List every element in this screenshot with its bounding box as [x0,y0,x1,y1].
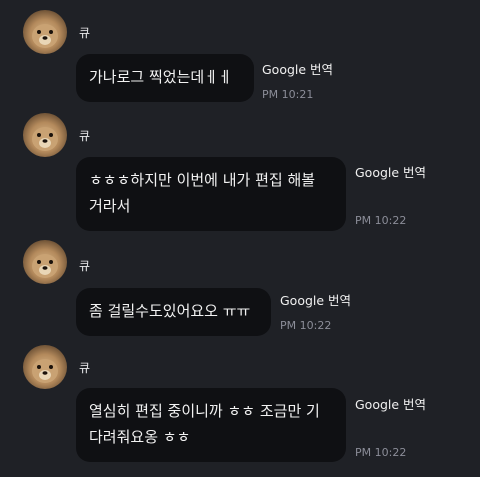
chat-thread: 큐 가나로그 찍었는데ㅔㅔ Google 번역 PM 10:21 큐 ㅎㅎㅎ하지… [0,0,480,477]
google-translate-link[interactable]: Google 번역 [280,290,351,309]
sender-name: 큐 [79,361,91,375]
message-bubble[interactable]: 가나로그 찍었는데ㅔㅔ [76,54,254,102]
avatar[interactable] [23,10,67,54]
google-translate-link[interactable]: Google 번역 [262,59,333,78]
avatar[interactable] [23,240,67,284]
sender-name: 큐 [79,129,91,143]
message-time: PM 10:22 [280,319,332,332]
message-bubble[interactable]: 열심히 편집 중이니까 ㅎㅎ 조금만 기 다려줘요옹 ㅎㅎ [76,388,346,462]
message-time: PM 10:22 [355,446,407,459]
message-time: PM 10:21 [262,88,314,101]
sender-name: 큐 [79,259,91,273]
message-time: PM 10:22 [355,214,407,227]
google-translate-link[interactable]: Google 번역 [355,162,426,181]
google-translate-link[interactable]: Google 번역 [355,394,426,413]
avatar[interactable] [23,113,67,157]
sender-name: 큐 [79,26,91,40]
message-bubble[interactable]: ㅎㅎㅎ하지만 이번에 내가 편집 해볼 거라서 [76,157,346,231]
avatar[interactable] [23,345,67,389]
message-bubble[interactable]: 좀 걸릴수도있어요오 ㅠㅠ [76,288,271,336]
